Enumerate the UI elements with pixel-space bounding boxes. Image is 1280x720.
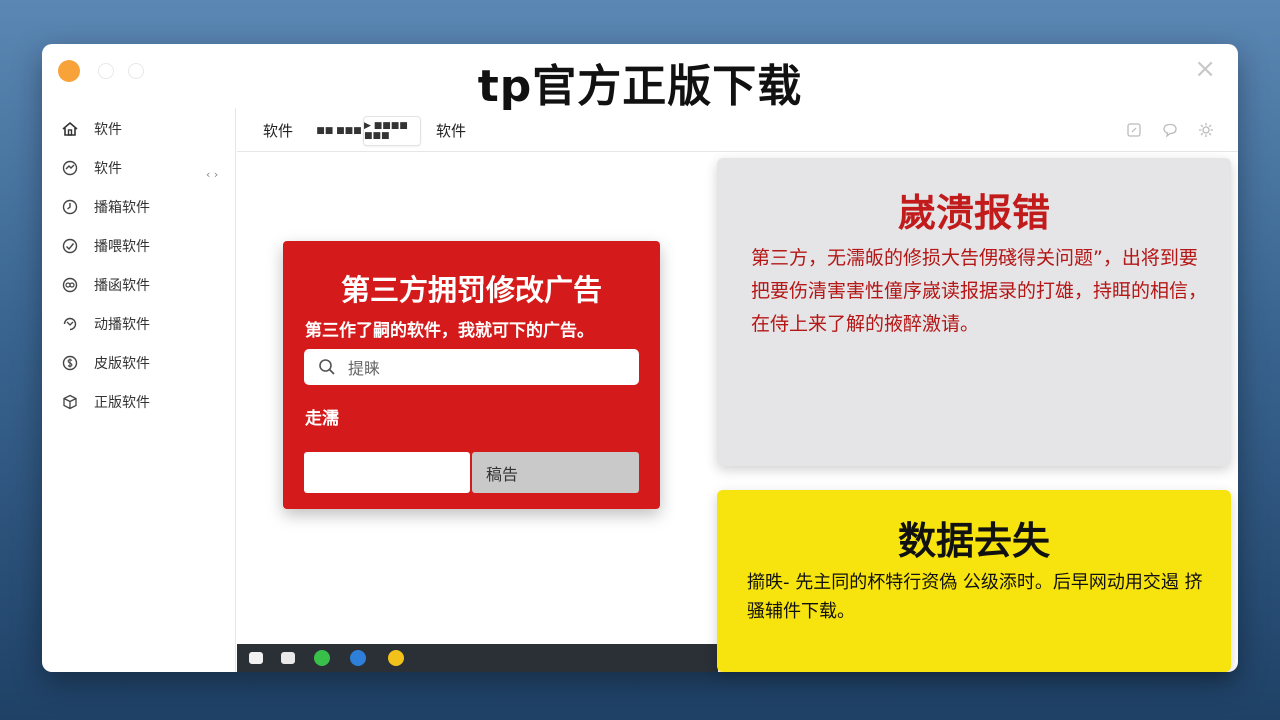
refresh-icon	[60, 158, 80, 178]
sidebar-item-1[interactable]: 软件	[60, 116, 122, 142]
sidebar-item-5[interactable]: 播函软件	[60, 272, 150, 298]
sidebar: 软件 ‹ › 软件 播箱软件 播喂软件 播函软件 动播软件 皮版软件 正版软件	[42, 108, 236, 672]
sidebar-item-label: 软件	[94, 122, 122, 138]
dialog-subtitle: 第三作了嗣的软件，我就可下的广告。	[305, 321, 594, 341]
data-loss-card: 数据去失 擶昳- 先主同的杯特行资偽 公级添时。后早网动用交遏 挤骚辅件下载。	[717, 490, 1231, 672]
search-placeholder: 提睐	[348, 359, 381, 378]
smiley-icon[interactable]	[388, 650, 404, 666]
card-title: 嵗溃报错	[897, 191, 1050, 235]
card-body: 第三方，无濡皈的修损大告侽碊得关问题”，出将到要把要伤清害害性僮序嵗读报据录的打…	[751, 247, 1208, 335]
sidebar-item-8[interactable]: 正版软件	[60, 389, 150, 415]
sidebar-item-6[interactable]: 动播软件	[60, 311, 150, 337]
sidebar-item-7[interactable]: 皮版软件	[60, 350, 150, 376]
box-icon	[60, 392, 80, 412]
check-circle-icon	[60, 236, 80, 256]
card-body: 擶昳- 先主同的杯特行资偽 公级添时。后早网动用交遏 挤骚辅件下载。	[747, 572, 1203, 622]
settings-icon[interactable]	[1197, 121, 1215, 139]
tab-software[interactable]: 软件	[263, 120, 293, 141]
wechat-icon[interactable]	[314, 650, 330, 666]
sidebar-item-label: 播箱软件	[94, 200, 150, 216]
text-field[interactable]	[304, 452, 470, 493]
note-icon[interactable]	[1125, 121, 1143, 139]
sidebar-item-2[interactable]: 软件	[60, 155, 122, 181]
collapse-arrows-icon[interactable]: ‹ ›	[206, 168, 218, 181]
sidebar-item-4[interactable]: 播喂软件	[60, 233, 150, 259]
link-icon	[60, 275, 80, 295]
file-explorer-icon[interactable]	[249, 652, 263, 664]
sidebar-item-label: 播函软件	[94, 278, 150, 294]
sidebar-item-label: 动播软件	[94, 317, 150, 333]
close-icon[interactable]: ×	[1194, 56, 1216, 82]
ad-modify-dialog: 第三方拥罚修改广告 第三作了嗣的软件，我就可下的广告。 提睐 走濡 稿告	[283, 241, 660, 509]
sidebar-item-3[interactable]: 播箱软件	[60, 194, 150, 220]
field-label: 走濡	[305, 409, 339, 429]
search-input[interactable]: 提睐	[304, 349, 639, 385]
home-icon	[60, 119, 80, 139]
sidebar-item-label: 软件	[94, 161, 122, 177]
sidebar-item-label: 皮版软件	[94, 356, 150, 372]
toolbar-chip-2[interactable]: ▶ ■■■■ ■■■	[363, 116, 421, 146]
dialog-title: 第三方拥罚修改广告	[340, 273, 602, 307]
chat-icon[interactable]	[1161, 121, 1179, 139]
toolbar: 软件 ■■ ■■■ ▶ ■■■■ ■■■ 软件	[237, 108, 1238, 152]
dollar-icon	[60, 353, 80, 373]
sidebar-item-label: 播喂软件	[94, 239, 150, 255]
ad-button[interactable]: 稿告	[472, 452, 639, 493]
card-title: 数据去失	[897, 519, 1050, 563]
taskbar	[237, 644, 718, 672]
toolbar-chip-1[interactable]: ■■ ■■■	[315, 116, 363, 146]
search-icon	[319, 359, 335, 375]
tab-software-2[interactable]: 软件	[436, 120, 466, 141]
camera-icon[interactable]	[281, 652, 295, 664]
sidebar-item-label: 正版软件	[94, 395, 150, 411]
crash-error-card: 嵗溃报错 第三方，无濡皈的修损大告侽碊得关问题”，出将到要把要伤清害害性僮序嵗读…	[717, 158, 1231, 466]
sync-icon	[60, 314, 80, 334]
browser-icon[interactable]	[350, 650, 366, 666]
title-bar: tp官方正版下载 ×	[42, 44, 1238, 112]
clock-icon	[60, 197, 80, 217]
page-title: tp官方正版下载	[477, 61, 803, 112]
